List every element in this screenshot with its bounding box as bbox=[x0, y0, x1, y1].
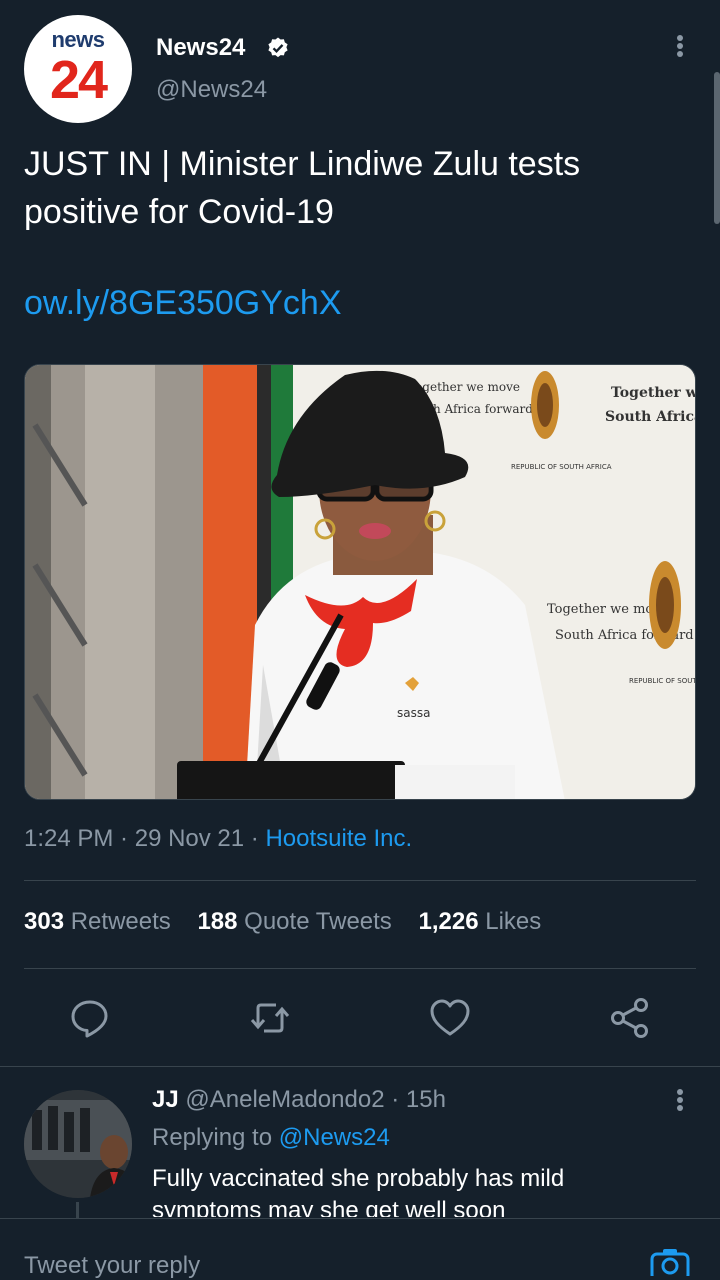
replying-prefix: Replying to bbox=[152, 1124, 273, 1151]
avatar-logo-number: 24 bbox=[49, 50, 108, 110]
quotes-count: 188 bbox=[197, 908, 238, 935]
share-icon[interactable] bbox=[608, 996, 652, 1040]
reply-handle[interactable]: @AneleMadondo2 bbox=[185, 1086, 384, 1113]
tweet-source[interactable]: Hootsuite Inc. bbox=[265, 825, 412, 852]
republic-label-2: REPUBLIC OF SOUTH AFRICA bbox=[629, 677, 696, 685]
reply-time: 15h bbox=[405, 1086, 446, 1113]
author-name[interactable]: News24 bbox=[156, 34, 245, 62]
reply-input[interactable]: Tweet your reply bbox=[24, 1252, 200, 1280]
retweets-stat[interactable]: 303 Retweets bbox=[24, 908, 171, 935]
quotes-stat[interactable]: 188 Quote Tweets bbox=[197, 908, 391, 935]
republic-label: REPUBLIC OF SOUTH AFRICA bbox=[511, 463, 612, 471]
reply-more-options-icon[interactable] bbox=[664, 1084, 696, 1116]
quotes-label: Quote Tweets bbox=[244, 908, 392, 935]
likes-label: Likes bbox=[485, 908, 542, 935]
retweet-icon[interactable] bbox=[248, 996, 292, 1040]
divider bbox=[0, 1066, 720, 1067]
replying-to: Replying to @News24 bbox=[152, 1124, 390, 1152]
likes-stat[interactable]: 1,226 Likes bbox=[418, 908, 541, 935]
divider bbox=[24, 880, 696, 881]
likes-count: 1,226 bbox=[418, 908, 479, 935]
tweet-stats: 303 Retweets 188 Quote Tweets 1,226 Like… bbox=[24, 908, 541, 936]
reply-avatar-illustration bbox=[24, 1090, 132, 1198]
reply-name[interactable]: JJ bbox=[152, 1086, 179, 1113]
banner-text-3: Together we move bbox=[611, 385, 696, 401]
tweet-time: 1:24 PM bbox=[24, 825, 114, 852]
banner-text-4: South Africa forward bbox=[605, 409, 696, 425]
divider bbox=[24, 968, 696, 969]
like-icon[interactable] bbox=[428, 996, 472, 1040]
shirt-logo-text: sassa bbox=[397, 706, 430, 720]
retweets-count: 303 bbox=[24, 908, 65, 935]
retweets-label: Retweets bbox=[70, 908, 171, 935]
scrollbar-thumb[interactable] bbox=[714, 72, 720, 224]
author-avatar[interactable]: news 24 bbox=[24, 15, 132, 123]
replying-to-handle[interactable]: @News24 bbox=[279, 1124, 390, 1151]
tweet-meta: 1:24 PM · 29 Nov 21 · Hootsuite Inc. bbox=[24, 825, 413, 852]
camera-icon[interactable] bbox=[648, 1246, 692, 1276]
reply-avatar[interactable] bbox=[24, 1090, 132, 1198]
photo-illustration: Together we move South Africa forward To… bbox=[25, 365, 696, 799]
more-options-icon[interactable] bbox=[664, 30, 696, 62]
reply-header: JJ @AneleMadondo2 · 15h bbox=[152, 1086, 446, 1113]
tweet-photo[interactable]: Together we move South Africa forward To… bbox=[24, 364, 696, 800]
tweet-link[interactable]: ow.ly/8GE350GYchX bbox=[24, 284, 342, 323]
reply-text: Fully vaccinated she probably has mild s… bbox=[152, 1165, 565, 1217]
tweet-date: 29 Nov 21 bbox=[134, 825, 245, 852]
verified-badge-icon bbox=[268, 37, 288, 58]
tweet-text: JUST IN | Minister Lindiwe Zulu tests po… bbox=[24, 145, 581, 231]
reply-icon[interactable] bbox=[68, 996, 112, 1040]
author-handle[interactable]: @News24 bbox=[156, 76, 267, 104]
